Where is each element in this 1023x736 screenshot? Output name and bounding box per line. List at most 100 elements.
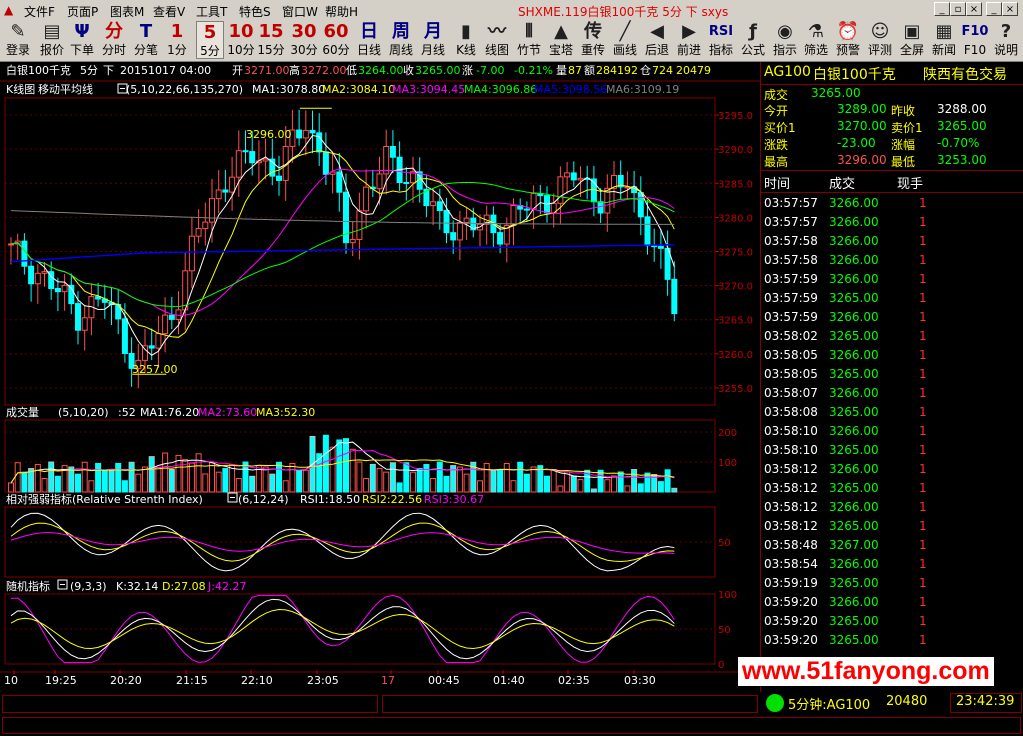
info-chgpct: -0.21% [514, 64, 553, 77]
tick-vol: 1 [919, 329, 927, 343]
sub-minimize-button[interactable]: _ [934, 2, 950, 16]
toolbar-help-label: 说明 [993, 43, 1018, 57]
volume-bar [95, 462, 102, 493]
volume-bar [617, 471, 624, 493]
menu-file[interactable]: 文件F [24, 3, 55, 20]
toolbar-back-button[interactable]: ◀ 后退 [642, 21, 672, 59]
toolbar-filter-button[interactable]: ⚗ 筛选 [801, 21, 831, 59]
menu-view[interactable]: 查看V [153, 3, 185, 20]
toolbar-forward-button[interactable]: ▶ 前进 [674, 21, 704, 59]
toolbar-timeshare-button[interactable]: 分分时 [99, 21, 129, 59]
volume-bar [356, 461, 363, 493]
kline-indicator-name[interactable]: 移动平均线 [38, 82, 93, 96]
toolbar-15min-label: 15分 [257, 43, 285, 57]
info-open: 3271.00 [244, 64, 290, 77]
toolbar-login-button[interactable]: ✎ 登录 [3, 21, 33, 59]
candle-body [249, 151, 256, 164]
toolbar-bamboo-button[interactable]: ⫴ 竹节 [514, 21, 544, 59]
tick-list[interactable]: 03:57:57 3266.00 1 03:57:57 3266.00 1 03:57:58… [761, 194, 1023, 692]
menu-page[interactable]: 页面P [67, 3, 98, 20]
minimize-button[interactable]: _ [986, 2, 1002, 16]
info-dir: 下 [103, 64, 114, 77]
volume-bar [550, 469, 557, 493]
toolbar-evaluate-button[interactable]: ☺ 评测 [865, 21, 895, 59]
toolbar-indicate-button[interactable]: ◉ 指示 [770, 21, 800, 59]
volume-bar [101, 469, 108, 493]
candle-body [168, 314, 175, 320]
menu-special[interactable]: 特色S [239, 3, 271, 20]
volume-bar [544, 475, 550, 493]
toolbar-quote-button[interactable]: ▤ 报价 [37, 21, 67, 59]
sub-close-button[interactable]: × [966, 2, 982, 16]
tick-row: 03:58:02 3265.00 1 [761, 327, 1023, 346]
toolbar-fullscreen-button[interactable]: ▣ 全屏 [897, 21, 927, 59]
toolbar-order-button[interactable]: Ψ 下单 [67, 21, 97, 59]
toolbar-bamboo-label: 竹节 [516, 43, 541, 57]
chg-value: -23.00 [837, 136, 876, 150]
kdj-k-value: K:32.14 [116, 580, 158, 593]
toolbar-30min-button[interactable]: 30 30分 [289, 21, 319, 59]
toolbar-tick-label: 分笔 [133, 43, 158, 57]
toolbar-60min-button[interactable]: 60 60分 [321, 21, 351, 59]
toolbar-1min-label: 1分 [167, 43, 187, 57]
toolbar-alert-button[interactable]: ⏰ 预警 [833, 21, 863, 59]
toolbar-1min-button[interactable]: 1 1分 [162, 21, 192, 59]
volume-bar [597, 469, 604, 493]
toolbar-tick-button[interactable]: T 分笔 [131, 21, 161, 59]
tick-price: 3265.00 [829, 291, 879, 305]
time-tick-label: 01:40 [493, 674, 525, 687]
toolbar-news-button[interactable]: ▦ 新闻 [929, 21, 959, 59]
ma3-line [10, 168, 675, 316]
toolbar-monthly-button[interactable]: 月月线 [418, 21, 448, 59]
toolbar-linechart-button[interactable]: 〰线图 [482, 21, 512, 59]
toolbar-30min-label: 30分 [290, 43, 318, 57]
toolbar-daily-button[interactable]: 日日线 [354, 21, 384, 59]
toolbar-kline-button[interactable]: ▮ K线 [452, 21, 480, 59]
sub-restore-button[interactable]: ▫ [950, 2, 966, 16]
menu-chart[interactable]: 图表M [110, 3, 144, 20]
tick-row: 03:59:19 3265.00 1 [761, 574, 1023, 593]
toolbar-f10-button[interactable]: F10 F10 [961, 21, 989, 59]
price-tick-label: 3255.0 [718, 384, 753, 395]
info-datetime: 20151017 04:00 [120, 64, 212, 77]
kline-chart[interactable]: K线图 移动平均线 (5,10,22,66,135,270) MA1:3078.… [0, 80, 760, 692]
price-tick-label: 3295.0 [718, 111, 753, 122]
toolbar-5min-button[interactable]: 5 5分 [196, 21, 224, 59]
toolbar-15min-button[interactable]: 15 15分 [256, 21, 286, 59]
menu-help[interactable]: 帮助H [325, 3, 358, 20]
toolbar-10min-button[interactable]: 10 10分 [226, 21, 256, 59]
time-tick-label: 03:30 [624, 674, 656, 687]
pct-value: -0.70% [937, 136, 980, 150]
prev-label: 昨收 [891, 104, 916, 118]
candle-body [21, 240, 28, 267]
tick-time: 03:57:59 [764, 310, 818, 324]
menu-window[interactable]: 窗口W [282, 3, 318, 20]
volume-bar [88, 480, 95, 493]
menu-tools[interactable]: 工具T [196, 3, 227, 20]
candle-body [322, 151, 329, 175]
toolbar-formula-button[interactable]: ƒ 公式 [738, 21, 768, 59]
tick-vol: 1 [919, 405, 927, 419]
ma3-value: MA3:3094.45 [392, 83, 465, 96]
toolbar-daily-icon: 日 [360, 21, 378, 42]
candle-body [195, 228, 202, 237]
tick-time: 03:58:12 [764, 519, 818, 533]
toolbar-indicator-button[interactable]: RSI 指标 [706, 21, 736, 59]
tick-vol: 1 [919, 633, 927, 647]
tick-time: 03:57:59 [764, 291, 818, 305]
toolbar-weekly-button[interactable]: 周周线 [386, 21, 416, 59]
candle-body [316, 132, 323, 153]
volume-bar [416, 468, 423, 493]
close-button[interactable]: × [1002, 2, 1018, 16]
toolbar-filter-icon: ⚗ [807, 21, 825, 42]
toolbar-help-button[interactable]: ? 说明 [991, 21, 1021, 59]
toolbar-indicator-label: 指标 [708, 43, 733, 57]
app-icon[interactable]: ▲ [4, 3, 13, 17]
price-tick-label: 3265.0 [718, 316, 753, 327]
toolbar-tower-button[interactable]: ▲ 宝塔 [546, 21, 576, 59]
price-tick-label: 3280.0 [718, 213, 753, 224]
tick-row: 03:58:07 3266.00 1 [761, 384, 1023, 403]
toolbar-retransmit-button[interactable]: 传重传 [578, 21, 608, 59]
candle-body [235, 150, 242, 178]
toolbar-draw-button[interactable]: ╱ 画线 [610, 21, 640, 59]
